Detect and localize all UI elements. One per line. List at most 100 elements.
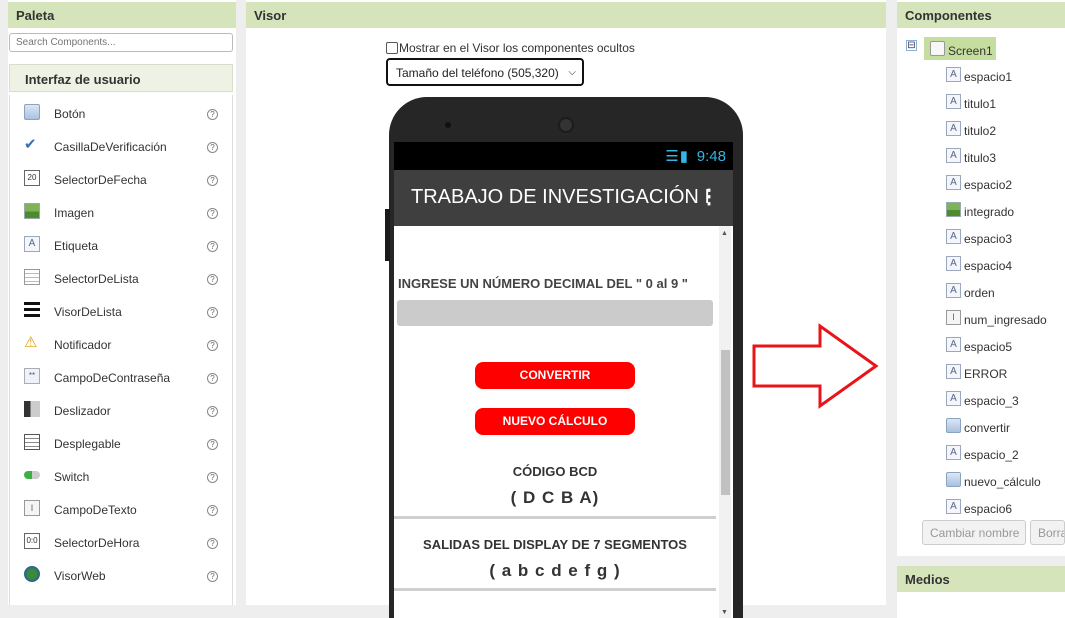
rename-button[interactable]: Cambiar nombre <box>922 520 1026 545</box>
image-icon <box>24 203 40 219</box>
display-bits: ( a b c d e f g ) <box>489 561 621 580</box>
visor-components-gutter <box>886 0 897 618</box>
prompt-label: INGRESE UN NÚMERO DECIMAL DEL " 0 al 9 " <box>398 276 688 291</box>
spinner-icon <box>24 434 40 450</box>
app-inventor-designer: Paleta Interfaz de usuario Botón? ✔ Casill… <box>0 0 1065 618</box>
date-picker-icon: 20 <box>24 170 40 186</box>
palette-item-date-picker[interactable]: 20 SelectorDeFecha? <box>10 161 234 194</box>
palette-item-label: SelectorDeHora <box>54 536 140 550</box>
palette-item-switch[interactable]: Switch? <box>10 458 234 491</box>
help-icon[interactable]: ? <box>207 142 218 153</box>
show-hidden-label: Mostrar en el Visor los componentes ocul… <box>399 41 635 55</box>
list-picker-icon <box>24 269 40 285</box>
android-status-bar: ☰▮ 9:48 <box>394 142 733 170</box>
palette-item-time-picker[interactable]: 0:0 SelectorDeHora? <box>10 524 234 557</box>
tree-node-label: integrado <box>964 205 1015 219</box>
category-user-interface[interactable]: Interfaz de usuario <box>9 64 233 92</box>
label-icon: A <box>946 94 961 109</box>
overflow-menu-icon[interactable]: ⋮ <box>699 184 719 209</box>
palette-item-spinner[interactable]: Desplegable? <box>10 425 234 458</box>
show-hidden-components[interactable]: Mostrar en el Visor los componentes ocul… <box>386 41 635 55</box>
tree-node-label: Screen1 <box>948 44 993 58</box>
palette-item-label: CasillaDeVerificación <box>54 140 167 154</box>
search-components-input[interactable] <box>9 33 233 52</box>
help-icon[interactable]: ? <box>207 472 218 483</box>
palette-item-textbox[interactable]: I CampoDeTexto? <box>10 491 234 524</box>
palette-item-image[interactable]: Imagen? <box>10 194 234 227</box>
label-icon: A <box>946 121 961 136</box>
time-picker-icon: 0:0 <box>24 533 40 549</box>
help-icon[interactable]: ? <box>207 439 218 450</box>
screen-icon <box>930 41 945 56</box>
palette-item-label: SelectorDeLista <box>54 272 139 286</box>
palette-item-label: Imagen <box>54 206 95 220</box>
help-icon[interactable]: ? <box>207 307 218 318</box>
textbox-icon: I <box>24 500 40 516</box>
help-icon[interactable]: ? <box>207 538 218 549</box>
palette-item-password[interactable]: ** CampoDeContraseña? <box>10 359 234 392</box>
help-icon[interactable]: ? <box>207 505 218 516</box>
palette-item-checkbox[interactable]: ✔ CasillaDeVerificación? <box>10 128 234 161</box>
signal-battery-icon: ☰▮ <box>665 148 689 165</box>
collapse-toggle-icon[interactable]: ⊟ <box>906 40 917 51</box>
palette-item-button[interactable]: Botón? <box>10 95 234 128</box>
delete-button[interactable]: Borrar <box>1030 520 1065 545</box>
help-icon[interactable]: ? <box>207 340 218 351</box>
palette-item-label: Desplegable <box>54 437 121 451</box>
palette-item-list-picker[interactable]: SelectorDeLista? <box>10 260 234 293</box>
scroll-down-icon[interactable]: ▼ <box>721 609 728 616</box>
convert-button[interactable]: CONVERTIR <box>475 362 635 389</box>
palette-item-label: VisorDeLista <box>54 305 122 319</box>
number-input-textbox[interactable] <box>397 300 713 326</box>
palette-item-slider[interactable]: Deslizador? <box>10 392 234 425</box>
textbox-icon: I <box>946 310 961 325</box>
new-calculation-button[interactable]: NUEVO CÁLCULO <box>475 408 635 435</box>
help-icon[interactable]: ? <box>207 274 218 285</box>
tree-node-label: espacio2 <box>964 178 1013 192</box>
help-icon[interactable]: ? <box>207 175 218 186</box>
show-hidden-checkbox[interactable] <box>386 42 398 54</box>
phone-size-value: Tamaño del teléfono (505,320) <box>396 66 559 80</box>
help-icon[interactable]: ? <box>207 373 218 384</box>
tree-node-label: espacio_2 <box>964 448 1019 462</box>
help-icon[interactable]: ? <box>207 109 218 120</box>
tree-node-label: espacio5 <box>964 340 1013 354</box>
visor-header: Visor <box>246 2 886 28</box>
phone-size-select[interactable]: Tamaño del teléfono (505,320) ⌵ <box>386 58 584 86</box>
phone-side-button-left <box>385 209 390 261</box>
tree-node-label: titulo2 <box>964 124 997 138</box>
palette-visor-gutter <box>236 0 246 618</box>
bcd-bits: ( D C B A) <box>510 488 600 507</box>
help-icon[interactable]: ? <box>207 406 218 417</box>
help-icon[interactable]: ? <box>207 208 218 219</box>
label-icon: A <box>24 236 40 252</box>
label-icon: A <box>946 337 961 352</box>
palette-item-label[interactable]: A Etiqueta? <box>10 227 234 260</box>
help-icon[interactable]: ? <box>207 241 218 252</box>
palette-item-list-view[interactable]: VisorDeLista? <box>10 293 234 326</box>
web-viewer-icon <box>24 566 40 582</box>
help-icon[interactable]: ? <box>207 571 218 582</box>
label-icon: A <box>946 256 961 271</box>
palette-item-label: Switch <box>54 470 90 484</box>
media-header: Medios <box>897 566 1065 592</box>
palette-item-web-viewer[interactable]: VisorWeb? <box>10 557 234 590</box>
tree-node-label: ERROR <box>964 367 1008 381</box>
display-title: SALIDAS DEL DISPLAY DE 7 SEGMENTOS <box>423 537 687 552</box>
list-view-icon <box>24 302 40 318</box>
label-icon: A <box>946 175 961 190</box>
divider-line-2 <box>394 588 716 591</box>
left-gutter <box>0 0 8 618</box>
tree-node-label: espacio4 <box>964 259 1013 273</box>
button-icon <box>946 418 961 433</box>
screen-scrollbar[interactable]: ▲ ▼ <box>719 226 731 618</box>
palette-item-notifier[interactable]: ⚠ Notificador? <box>10 326 234 359</box>
label-icon: A <box>946 391 961 406</box>
palette-item-label: Botón <box>54 107 86 121</box>
tree-node-label: titulo3 <box>964 151 997 165</box>
status-time: 9:48 <box>696 148 726 165</box>
scroll-thumb[interactable] <box>721 350 730 495</box>
palette-list: Botón? ✔ CasillaDeVerificación? 20 SelectorD… <box>9 95 233 605</box>
tree-node-label: espacio6 <box>964 502 1013 516</box>
scroll-up-icon[interactable]: ▲ <box>721 230 728 237</box>
